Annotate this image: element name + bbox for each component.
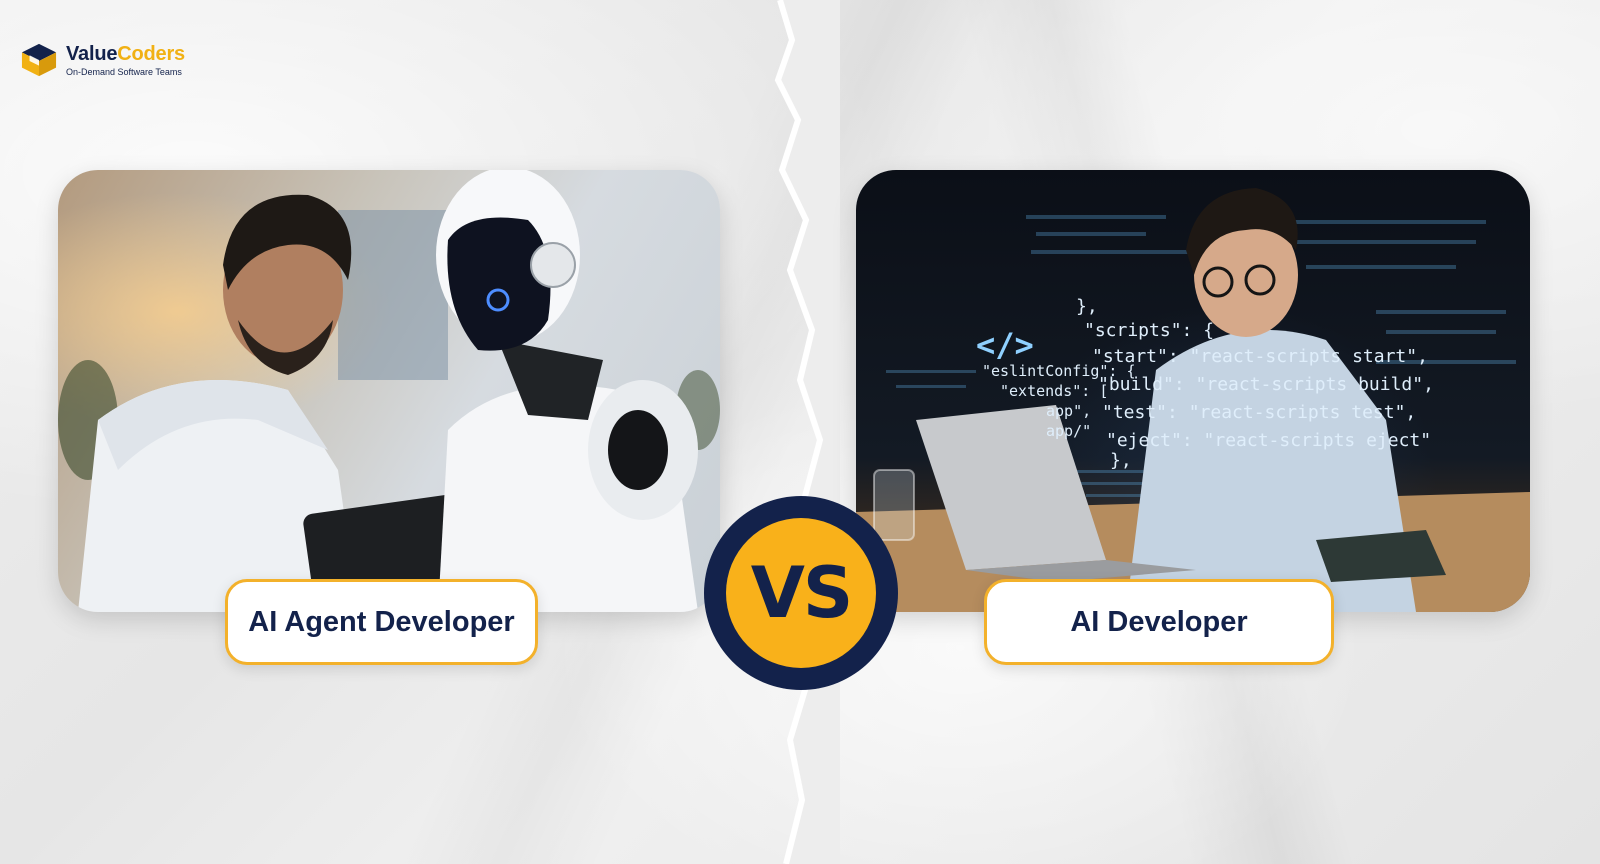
ai-developer-image: }, "scripts": { "start": "react-scripts …	[856, 170, 1530, 612]
code-line: app/"	[1046, 422, 1091, 440]
brand-name-part1: Value	[66, 42, 118, 65]
glass	[873, 469, 915, 541]
code-line: "start": "react-scripts start",	[1092, 346, 1428, 367]
brand-name: ValueCoders	[66, 44, 185, 64]
valuecoders-logo-icon	[21, 43, 57, 77]
code-line: "eslintConfig": {	[982, 362, 1136, 380]
brand-name-part2: Coders	[117, 42, 185, 65]
code-line: },	[1076, 296, 1098, 317]
ai-agent-developer-image	[58, 170, 720, 612]
brand-logo: ValueCoders On-Demand Software Teams	[20, 42, 185, 78]
code-line: "test": "react-scripts test",	[1102, 402, 1416, 423]
man-with-robot-illustration	[58, 170, 720, 612]
code-line: "build": "react-scripts build",	[1098, 374, 1434, 395]
developer-with-code-illustration: }, "scripts": { "start": "react-scripts …	[856, 188, 1530, 612]
code-line: "eject": "react-scripts eject"	[1106, 430, 1431, 451]
code-line: "scripts": {	[1084, 320, 1214, 341]
wall-painting	[338, 210, 448, 380]
ai-agent-developer-label: AI Agent Developer	[225, 579, 538, 665]
code-line: app",	[1046, 402, 1091, 420]
code-bracket-icon: </>	[976, 326, 1034, 364]
code-line: },	[1110, 450, 1132, 471]
code-line: "extends": [	[1000, 382, 1108, 400]
robot-figure	[436, 170, 698, 612]
brand-tagline: On-Demand Software Teams	[66, 66, 182, 77]
ai-developer-label: AI Developer	[984, 579, 1334, 665]
vs-badge: VS	[704, 496, 898, 690]
vs-text: VS	[726, 518, 876, 668]
